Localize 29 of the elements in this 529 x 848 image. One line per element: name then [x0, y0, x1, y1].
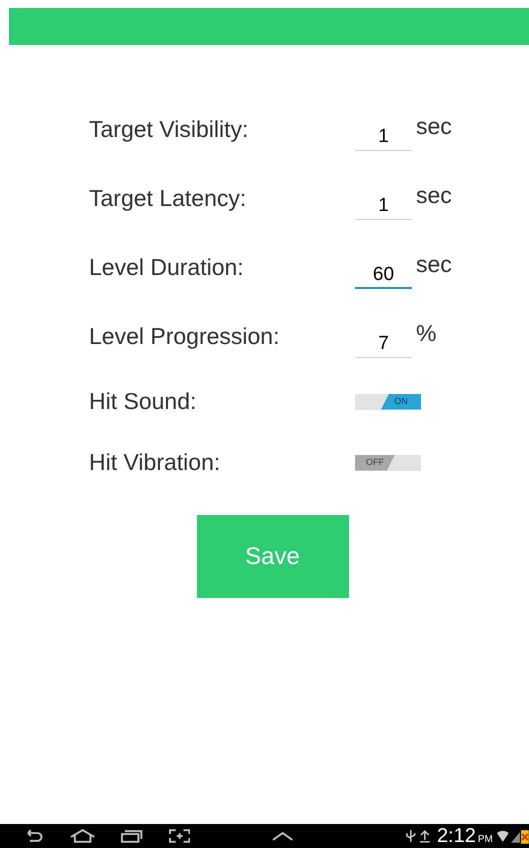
number-field[interactable]: 7	[355, 324, 412, 358]
unit-label: %	[416, 319, 436, 348]
number-field[interactable]: 1	[355, 116, 412, 150]
chevron-up-icon[interactable]	[272, 831, 294, 841]
recent-apps-icon[interactable]	[120, 829, 143, 843]
setting-label: Level Duration:	[89, 253, 245, 282]
clock-period: PM	[478, 832, 493, 846]
toggle-switch[interactable]: ON	[355, 394, 421, 410]
battery-icon	[521, 828, 529, 844]
wifi-icon	[496, 829, 509, 843]
clock-time: 2:12	[436, 826, 476, 846]
unit-label: sec	[416, 112, 452, 142]
upload-icon	[419, 829, 431, 843]
number-field[interactable]: 1	[355, 186, 412, 220]
home-icon[interactable]	[70, 829, 96, 843]
toggle-switch[interactable]: OFF	[355, 454, 421, 470]
toggle-state: OFF	[355, 454, 395, 470]
back-icon[interactable]	[24, 829, 44, 843]
usb-icon	[404, 829, 416, 843]
setting-label: Hit Sound:	[89, 387, 198, 416]
number-field[interactable]: 60	[355, 254, 412, 288]
unit-label: sec	[416, 250, 452, 280]
setting-label: Level Progression:	[89, 322, 280, 352]
setting-label: Target Latency:	[89, 184, 248, 214]
unit-label: sec	[416, 181, 452, 210]
setting-label: Target Visibility:	[89, 115, 250, 144]
setting-label: Hit Vibration:	[89, 448, 222, 478]
screenshot-icon[interactable]	[168, 829, 190, 843]
toggle-state: ON	[381, 394, 421, 410]
